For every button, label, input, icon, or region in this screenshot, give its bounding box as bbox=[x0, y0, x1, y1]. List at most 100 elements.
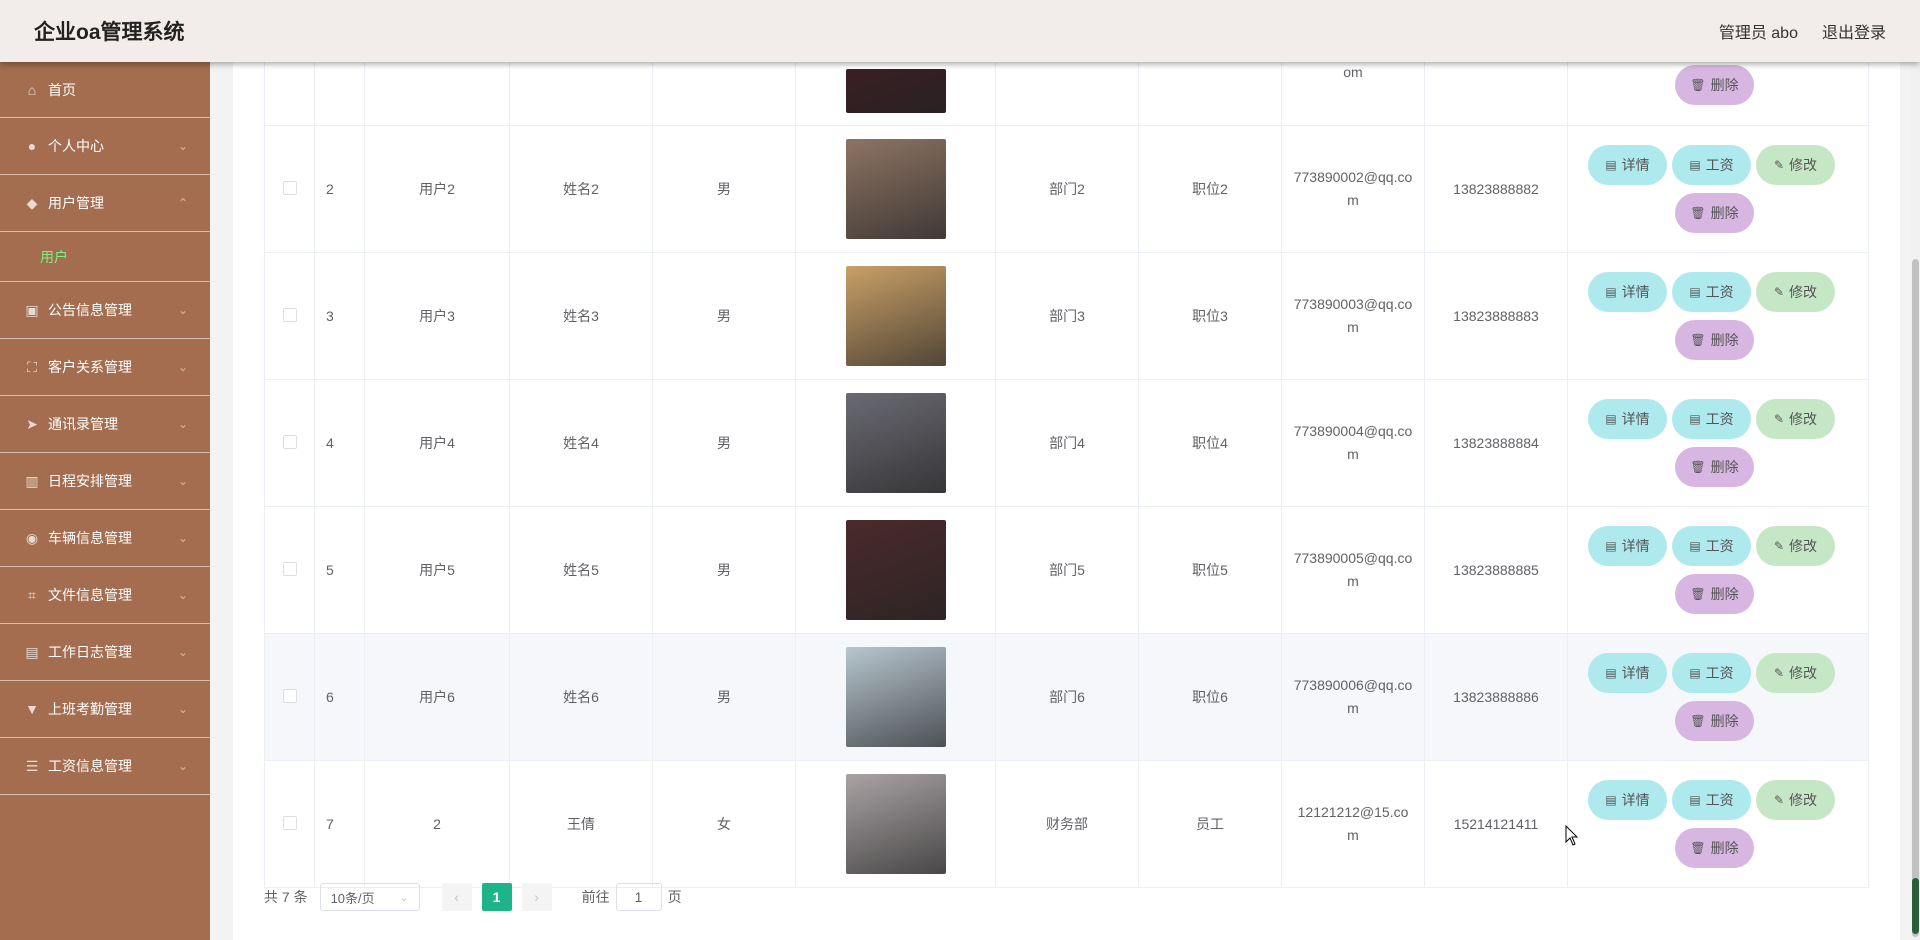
delete-button[interactable]: 🗑 删除 bbox=[1675, 447, 1754, 487]
avatar-cell bbox=[795, 379, 996, 507]
chevron-down-icon: ⌄ bbox=[177, 759, 188, 773]
salary-button[interactable]: ▤ 工资 bbox=[1672, 145, 1751, 185]
trash-icon: 🗑 bbox=[1690, 587, 1706, 601]
sidebar-item-11[interactable]: ☰ 工资信息管理 ⌄ bbox=[0, 738, 210, 795]
position-cell: 职位3 bbox=[1138, 252, 1282, 380]
goto-page-input[interactable]: 1 bbox=[615, 883, 662, 911]
email-cell: 773890003@qq.com bbox=[1281, 252, 1425, 380]
prev-page-button[interactable]: ‹ bbox=[441, 883, 472, 911]
sidebar-item-label: 首页 bbox=[48, 81, 76, 98]
actions-cell: ▤ 详情 ▤ 工资 ✎ 修改 🗑 删除 bbox=[1567, 633, 1869, 761]
salary-button[interactable]: ▤ 工资 bbox=[1672, 780, 1751, 820]
detail-button[interactable]: ▤ 详情 bbox=[1588, 145, 1667, 185]
detail-button[interactable]: ▤ 详情 bbox=[1588, 780, 1667, 820]
person-icon: ● bbox=[27, 138, 37, 154]
row-checkbox[interactable] bbox=[282, 180, 297, 195]
row-checkbox[interactable] bbox=[282, 307, 297, 322]
row-checkbox[interactable] bbox=[282, 434, 297, 449]
admin-user-label[interactable]: 管理员 abo bbox=[1719, 19, 1798, 43]
detail-button-label: 详情 bbox=[1621, 792, 1650, 808]
detail-button[interactable]: ▤ 详情 bbox=[1588, 526, 1667, 566]
salary-button[interactable]: ▤ 工资 bbox=[1672, 653, 1751, 693]
crop-icon: ⌗ bbox=[28, 586, 36, 603]
mouse-cursor-icon bbox=[1565, 825, 1579, 846]
edit-button[interactable]: ✎ 修改 bbox=[1756, 526, 1835, 566]
delete-button[interactable]: 🗑 删除 bbox=[1675, 65, 1754, 105]
department-cell: 部门6 bbox=[995, 633, 1139, 761]
row-checkbox[interactable] bbox=[282, 561, 297, 576]
actions-cell: ▤ 详情 ▤ 工资 ✎ 修改 🗑 删除 bbox=[1567, 506, 1869, 634]
avatar bbox=[845, 266, 946, 366]
department-cell: 部门5 bbox=[995, 506, 1139, 634]
salary-button[interactable]: ▤ 工资 bbox=[1672, 399, 1751, 439]
row-checkbox-cell bbox=[264, 252, 315, 380]
position-cell: 职位6 bbox=[1138, 633, 1282, 761]
row-checkbox[interactable] bbox=[282, 688, 297, 703]
actions-cell: ▤ 详情 ▤ 工资 ✎ 修改 🗑 删除 bbox=[1567, 252, 1869, 380]
sidebar-item-7[interactable]: ◉ 车辆信息管理 ⌄ bbox=[0, 510, 210, 567]
total-count: 共 7 条 bbox=[264, 889, 308, 905]
document-icon: ▤ bbox=[1605, 412, 1617, 426]
avatar-cell bbox=[795, 252, 996, 380]
edit-button-label: 修改 bbox=[1789, 538, 1818, 554]
delete-button-label: 删除 bbox=[1710, 332, 1739, 348]
shield-icon: ◆ bbox=[26, 194, 38, 211]
chevron-down-icon: ⌄ bbox=[177, 702, 188, 716]
name-cell: 姓名2 bbox=[509, 125, 653, 253]
scrollbar-thumb[interactable] bbox=[1912, 259, 1919, 937]
detail-button[interactable]: ▤ 详情 bbox=[1588, 653, 1667, 693]
sidebar-subitem-user[interactable]: 用户 bbox=[0, 232, 210, 282]
sidebar-item-8[interactable]: ⌗ 文件信息管理 ⌄ bbox=[0, 567, 210, 624]
sidebar-item-6[interactable]: ▥ 日程安排管理 ⌄ bbox=[0, 453, 210, 510]
page-scrollbar[interactable] bbox=[1910, 62, 1920, 940]
sidebar-item-0[interactable]: ⌂ 首页 bbox=[0, 62, 210, 118]
table-row: 6 用户6 姓名6 男 部门6 职位6 773890006@qq.com 1382388888… bbox=[264, 633, 1869, 761]
avatar-cell bbox=[795, 506, 996, 634]
page-number-1[interactable]: 1 bbox=[481, 883, 512, 911]
sidebar-item-4[interactable]: ⛶ 客户关系管理 ⌄ bbox=[0, 339, 210, 396]
sidebar-item-5[interactable]: ➤ 通讯录管理 ⌄ bbox=[0, 396, 210, 453]
sidebar-item-label: 日程安排管理 bbox=[48, 473, 132, 489]
actions-cell: ▤ 详情 ▤ 工资 ✎ 修改 🗑 删除 bbox=[1567, 379, 1869, 507]
pencil-icon: ✎ bbox=[1773, 793, 1785, 807]
delete-button[interactable]: 🗑 删除 bbox=[1675, 574, 1754, 614]
delete-button[interactable]: 🗑 删除 bbox=[1675, 193, 1754, 233]
detail-button[interactable]: ▤ 详情 bbox=[1588, 272, 1667, 312]
detail-button[interactable]: ▤ 详情 bbox=[1588, 399, 1667, 439]
edit-button-label: 修改 bbox=[1789, 284, 1818, 300]
email-cell: 773890004@qq.com bbox=[1281, 379, 1425, 507]
row-index: 6 bbox=[314, 633, 365, 761]
sidebar-item-2[interactable]: ◆ 用户管理 ⌃ bbox=[0, 175, 210, 232]
salary-button[interactable]: ▤ 工资 bbox=[1672, 272, 1751, 312]
logout-link[interactable]: 退出登录 bbox=[1822, 19, 1886, 43]
actions-cell: ▤ 详情 ▤ 工资 ✎ 修改 🗑 删除 bbox=[1567, 760, 1869, 888]
salary-button[interactable]: ▤ 工资 bbox=[1672, 526, 1751, 566]
edit-button[interactable]: ✎ 修改 bbox=[1756, 653, 1835, 693]
row-checkbox[interactable] bbox=[282, 815, 297, 830]
document-icon: ▤ bbox=[1689, 793, 1701, 807]
edit-button-label: 修改 bbox=[1789, 792, 1818, 808]
edit-button[interactable]: ✎ 修改 bbox=[1756, 399, 1835, 439]
trash-icon: 🗑 bbox=[1690, 841, 1706, 855]
sidebar-item-10[interactable]: ▼ 上班考勤管理 ⌄ bbox=[0, 681, 210, 738]
sidebar-item-9[interactable]: ▤ 工作日志管理 ⌄ bbox=[0, 624, 210, 681]
department-cell: 部门4 bbox=[995, 379, 1139, 507]
row-checkbox-cell bbox=[264, 56, 315, 126]
gender-cell: 男 bbox=[652, 633, 796, 761]
edit-button[interactable]: ✎ 修改 bbox=[1756, 780, 1835, 820]
delete-button[interactable]: 🗑 删除 bbox=[1675, 828, 1754, 868]
next-page-button[interactable]: › bbox=[521, 883, 552, 911]
salary-button-label: 工资 bbox=[1705, 665, 1734, 681]
gender-cell bbox=[652, 56, 796, 126]
salary-button-label: 工资 bbox=[1705, 792, 1734, 808]
delete-button[interactable]: 🗑 删除 bbox=[1675, 701, 1754, 741]
home-icon: ⌂ bbox=[27, 81, 37, 98]
delete-button[interactable]: 🗑 删除 bbox=[1675, 320, 1754, 360]
phone-cell: 13823888883 bbox=[1424, 252, 1568, 380]
sidebar-item-1[interactable]: ● 个人中心 ⌄ bbox=[0, 118, 210, 175]
username-cell: 2 bbox=[364, 760, 510, 888]
sidebar-item-3[interactable]: ▣ 公告信息管理 ⌄ bbox=[0, 282, 210, 339]
edit-button[interactable]: ✎ 修改 bbox=[1756, 145, 1835, 185]
edit-button[interactable]: ✎ 修改 bbox=[1756, 272, 1835, 312]
page-size-select[interactable]: 10条/页 ⌄ bbox=[319, 883, 420, 911]
